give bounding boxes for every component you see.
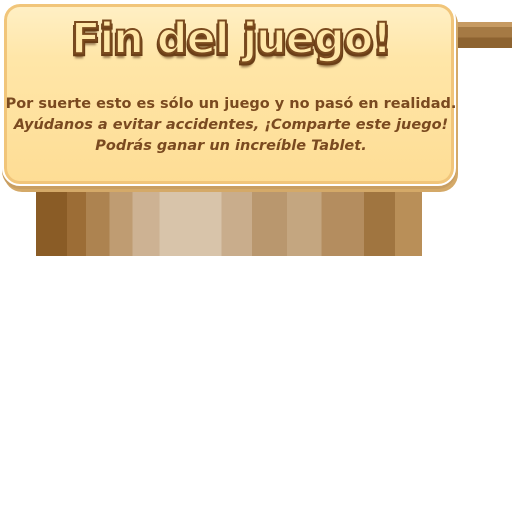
game-over-panel: Fin del juego! Por suerte esto es sólo u… [2, 2, 456, 186]
game-over-message: Por suerte esto es sólo un juego y no pa… [4, 94, 458, 157]
message-line-3: Podrás ganar un increíble Tablet. [95, 138, 367, 154]
wooden-arm [452, 22, 512, 48]
message-line-1: Por suerte esto es sólo un juego y no pa… [5, 96, 457, 112]
message-line-2: Ayúdanos a evitar accidentes, ¡Comparte … [13, 117, 449, 133]
game-screen: Fin del juego! Por suerte esto es sólo u… [0, 0, 512, 512]
game-over-title: Fin del juego! [70, 13, 393, 65]
